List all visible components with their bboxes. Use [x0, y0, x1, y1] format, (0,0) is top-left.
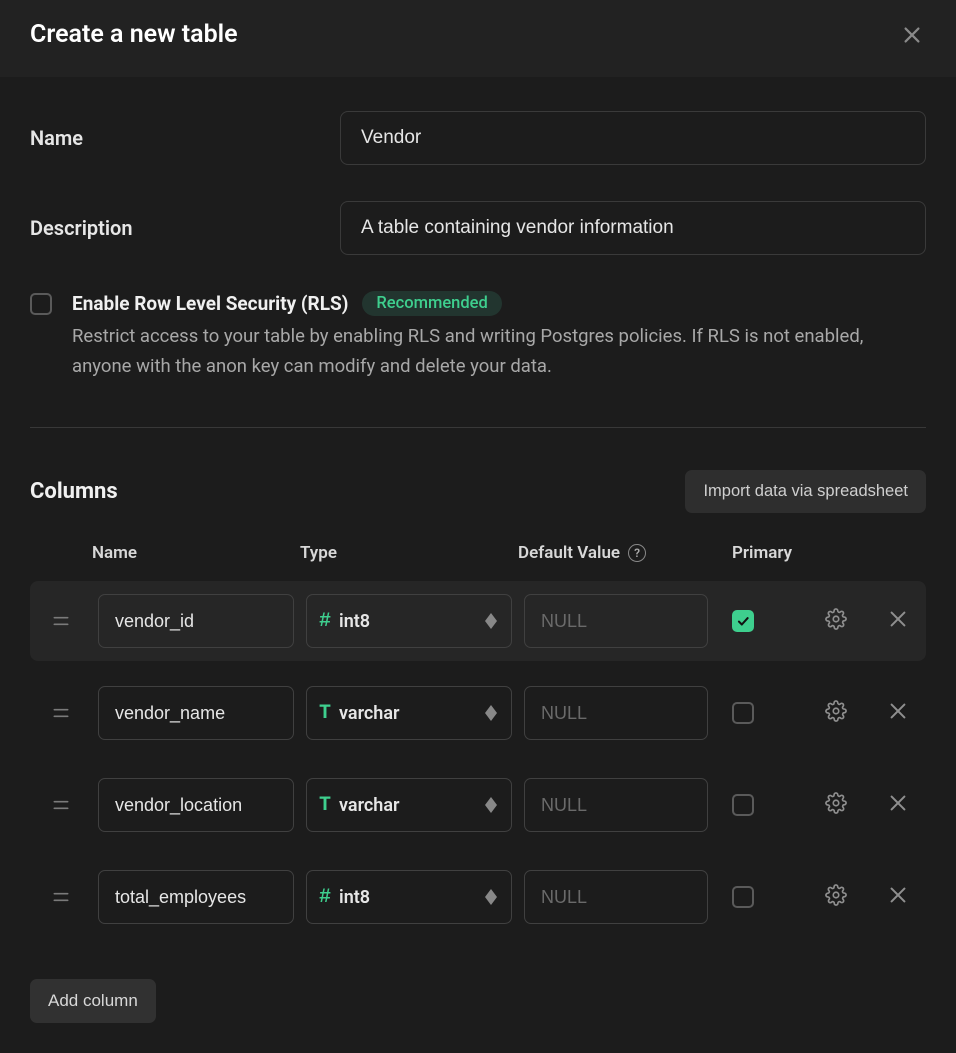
- primary-checkbox[interactable]: [732, 886, 754, 908]
- default-value-input[interactable]: [541, 795, 691, 816]
- default-value-wrap: [524, 686, 708, 740]
- close-icon: [887, 792, 909, 818]
- modal-header: Create a new table: [0, 0, 956, 77]
- close-icon: [887, 884, 909, 910]
- modal-title: Create a new table: [30, 20, 238, 49]
- column-name-input[interactable]: [99, 871, 294, 923]
- primary-checkbox[interactable]: [732, 610, 754, 632]
- column-settings-button[interactable]: [820, 605, 852, 637]
- column-type-label: varchar: [339, 795, 475, 816]
- column-type-label: varchar: [339, 703, 475, 724]
- primary-checkbox[interactable]: [732, 794, 754, 816]
- recommended-badge: Recommended: [362, 291, 501, 316]
- default-value-input[interactable]: [541, 887, 691, 908]
- default-value-input[interactable]: [541, 611, 691, 632]
- close-button[interactable]: [898, 21, 926, 49]
- select-arrows-icon: [483, 797, 499, 813]
- close-icon: [901, 24, 923, 46]
- columns-title: Columns: [30, 479, 118, 504]
- column-name-wrap: [98, 594, 294, 648]
- add-column-button[interactable]: Add column: [30, 979, 156, 1023]
- rls-text: Enable Row Level Security (RLS) Recommen…: [72, 291, 926, 381]
- header-primary: Primary: [714, 543, 820, 563]
- column-type-label: int8: [339, 611, 475, 632]
- column-row: T varchar: [30, 673, 926, 753]
- column-delete-button[interactable]: [882, 881, 914, 913]
- column-name-input[interactable]: [99, 687, 294, 739]
- column-row: # int8: [30, 857, 926, 937]
- column-type-label: int8: [339, 887, 475, 908]
- default-value-wrap: [524, 870, 708, 924]
- drag-handle[interactable]: [30, 703, 92, 723]
- description-label: Description: [30, 216, 340, 240]
- name-label: Name: [30, 126, 340, 150]
- column-settings-button[interactable]: [820, 697, 852, 729]
- help-icon[interactable]: ?: [628, 544, 646, 562]
- drag-handle[interactable]: [30, 795, 92, 815]
- select-arrows-icon: [483, 613, 499, 629]
- name-input[interactable]: [340, 111, 926, 165]
- column-type-select[interactable]: # int8: [306, 870, 512, 924]
- column-name-input[interactable]: [99, 595, 294, 647]
- import-spreadsheet-button[interactable]: Import data via spreadsheet: [685, 470, 926, 513]
- gear-icon: [825, 700, 847, 726]
- close-icon: [887, 700, 909, 726]
- drag-handle[interactable]: [30, 887, 92, 907]
- default-value-wrap: [524, 594, 708, 648]
- gear-icon: [825, 792, 847, 818]
- modal-body: Name Description Enable Row Level Securi…: [0, 77, 956, 1053]
- text-icon: T: [319, 702, 331, 725]
- gear-icon: [825, 884, 847, 910]
- columns-section: Columns Import data via spreadsheet Name…: [30, 470, 926, 1023]
- drag-handle[interactable]: [30, 611, 92, 631]
- column-delete-button[interactable]: [882, 605, 914, 637]
- column-settings-button[interactable]: [820, 881, 852, 913]
- description-input[interactable]: [340, 201, 926, 255]
- columns-list: # int8: [30, 581, 926, 937]
- select-arrows-icon: [483, 889, 499, 905]
- rls-description: Restrict access to your table by enablin…: [72, 322, 926, 381]
- column-name-wrap: [98, 686, 294, 740]
- rls-checkbox[interactable]: [30, 293, 52, 315]
- column-name-wrap: [98, 778, 294, 832]
- column-delete-button[interactable]: [882, 789, 914, 821]
- column-row: T varchar: [30, 765, 926, 845]
- columns-header: Columns Import data via spreadsheet: [30, 470, 926, 513]
- header-type: Type: [300, 543, 518, 563]
- text-icon: T: [319, 794, 331, 817]
- column-type-select[interactable]: # int8: [306, 594, 512, 648]
- hash-icon: #: [319, 886, 331, 909]
- column-type-select[interactable]: T varchar: [306, 686, 512, 740]
- header-default-value-text: Default Value: [518, 543, 620, 563]
- column-type-select[interactable]: T varchar: [306, 778, 512, 832]
- hash-icon: #: [319, 610, 331, 633]
- column-name-input[interactable]: [99, 779, 294, 831]
- close-icon: [887, 608, 909, 634]
- description-row: Description: [30, 201, 926, 255]
- column-settings-button[interactable]: [820, 789, 852, 821]
- default-value-wrap: [524, 778, 708, 832]
- column-row: # int8: [30, 581, 926, 661]
- default-value-input[interactable]: [541, 703, 691, 724]
- rls-title: Enable Row Level Security (RLS): [72, 292, 348, 315]
- column-headers: Name Type Default Value ? Primary: [30, 543, 926, 563]
- column-delete-button[interactable]: [882, 697, 914, 729]
- gear-icon: [825, 608, 847, 634]
- primary-checkbox[interactable]: [732, 702, 754, 724]
- header-name: Name: [92, 543, 300, 563]
- header-default-value: Default Value ?: [518, 543, 714, 563]
- rls-row: Enable Row Level Security (RLS) Recommen…: [30, 291, 926, 428]
- name-row: Name: [30, 111, 926, 165]
- select-arrows-icon: [483, 705, 499, 721]
- column-name-wrap: [98, 870, 294, 924]
